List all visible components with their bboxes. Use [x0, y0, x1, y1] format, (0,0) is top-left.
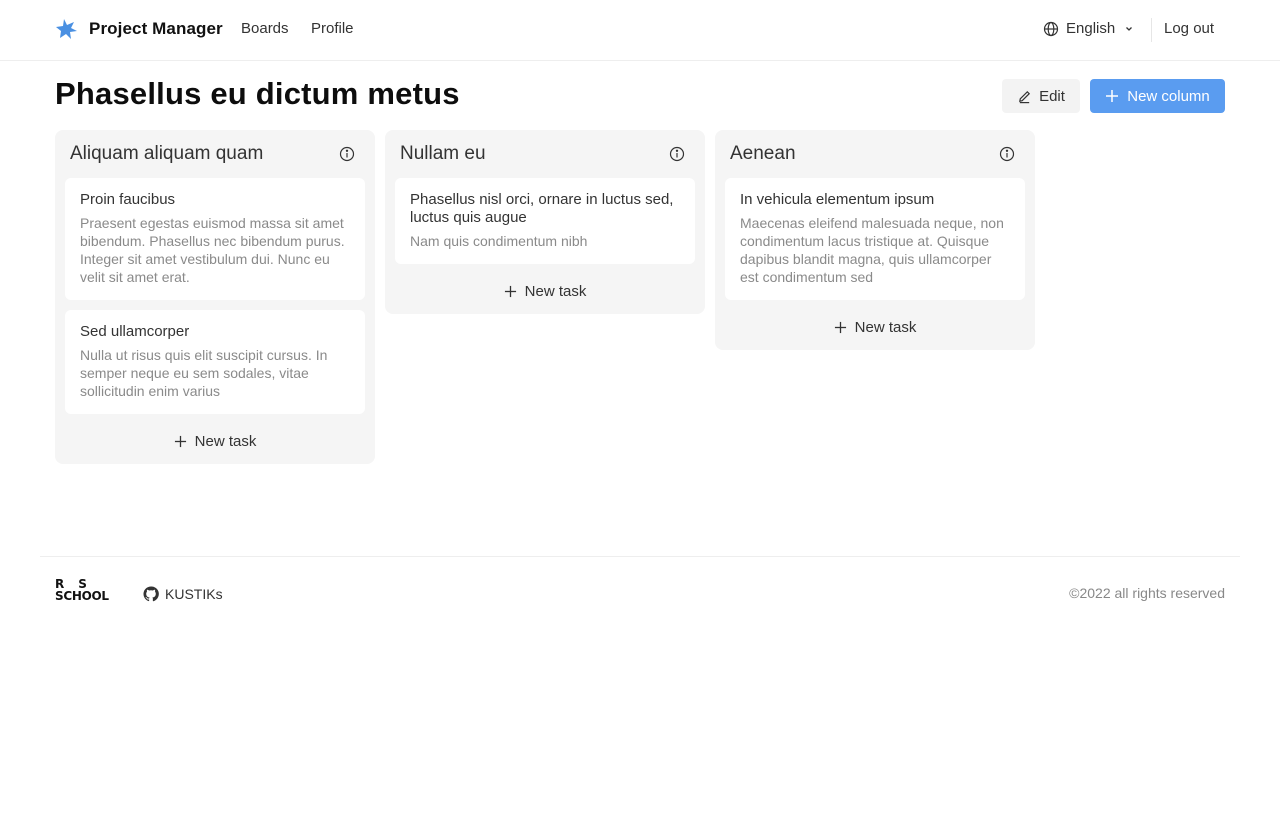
app-logo-icon: [56, 19, 77, 39]
edit-board-button[interactable]: Edit: [1002, 79, 1080, 113]
column-header[interactable]: Aliquam aliquam quam: [55, 130, 375, 178]
top-header: Project Manager Boards Profile English L…: [0, 0, 1280, 61]
task-title: Phasellus nisl orci, ornare in luctus se…: [410, 191, 674, 226]
page-title: Phasellus eu dictum metus: [55, 76, 460, 111]
info-icon[interactable]: [669, 146, 685, 162]
plus-icon: [174, 435, 186, 447]
new-task-button[interactable]: New task: [55, 424, 375, 458]
info-icon[interactable]: [999, 146, 1015, 162]
github-link[interactable]: KUSTIKs: [143, 586, 223, 602]
github-username: KUSTIKs: [165, 586, 223, 602]
info-icon[interactable]: [339, 146, 355, 162]
logo-line-2: SCHOOL: [55, 589, 109, 603]
globe-icon: [1043, 21, 1059, 36]
board-column: Nullam eu Phasellus nisl orci, ornare in…: [385, 130, 705, 314]
task-card[interactable]: In vehicula elementum ipsum Maecenas ele…: [725, 178, 1025, 300]
task-card[interactable]: Proin faucibus Praesent egestas euismod …: [65, 178, 365, 300]
language-label: English: [1066, 20, 1116, 37]
nav-boards[interactable]: Boards: [241, 20, 289, 37]
new-task-label: New task: [194, 432, 257, 450]
column-title: Aenean: [730, 143, 796, 164]
chevron-down-icon: [1126, 26, 1133, 31]
logout-button[interactable]: Log out: [1164, 20, 1214, 37]
task-title: In vehicula elementum ipsum: [740, 191, 935, 208]
app-name: Project Manager: [89, 19, 223, 38]
task-description: Maecenas eleifend malesuada neque, non c…: [740, 215, 1004, 285]
task-description: Nulla ut risus quis elit suscipit cursus…: [80, 347, 328, 399]
nav-profile[interactable]: Profile: [311, 20, 354, 37]
column-header[interactable]: Aenean: [715, 130, 1035, 178]
brand[interactable]: Project Manager: [55, 17, 223, 41]
rs-school-logo[interactable]: RS SCHOOL: [55, 577, 115, 603]
github-icon: [143, 586, 159, 602]
board-column: Aliquam aliquam quam Proin faucibus Prae…: [55, 130, 375, 464]
language-selector[interactable]: English: [1043, 20, 1134, 37]
new-column-label: New column: [1127, 87, 1210, 105]
new-task-button[interactable]: New task: [385, 274, 705, 308]
task-description: Praesent egestas euismod massa sit amet …: [80, 215, 345, 285]
plus-icon: [504, 285, 516, 297]
task-card[interactable]: Sed ullamcorper Nulla ut risus quis elit…: [65, 310, 365, 414]
plus-icon: [834, 321, 846, 333]
new-task-label: New task: [854, 318, 917, 336]
column-title: Nullam eu: [400, 143, 486, 164]
new-column-button[interactable]: New column: [1090, 79, 1225, 113]
column-title: Aliquam aliquam quam: [70, 143, 264, 164]
column-header[interactable]: Nullam eu: [385, 130, 705, 178]
pencil-icon: [1019, 90, 1031, 103]
new-task-button[interactable]: New task: [715, 310, 1035, 344]
edit-label: Edit: [1039, 87, 1065, 105]
footer-divider: [40, 556, 1240, 557]
copyright-text: ©2022 all rights reserved: [1069, 585, 1225, 601]
task-card[interactable]: Phasellus nisl orci, ornare in luctus se…: [395, 178, 695, 264]
new-task-label: New task: [524, 282, 587, 300]
board-column: Aenean In vehicula elementum ipsum Maece…: [715, 130, 1035, 350]
task-description: Nam quis condimentum nibh: [410, 233, 588, 249]
task-title: Proin faucibus: [80, 191, 176, 208]
plus-icon: [1106, 90, 1119, 102]
header-divider: [1151, 18, 1152, 42]
task-title: Sed ullamcorper: [80, 323, 190, 340]
